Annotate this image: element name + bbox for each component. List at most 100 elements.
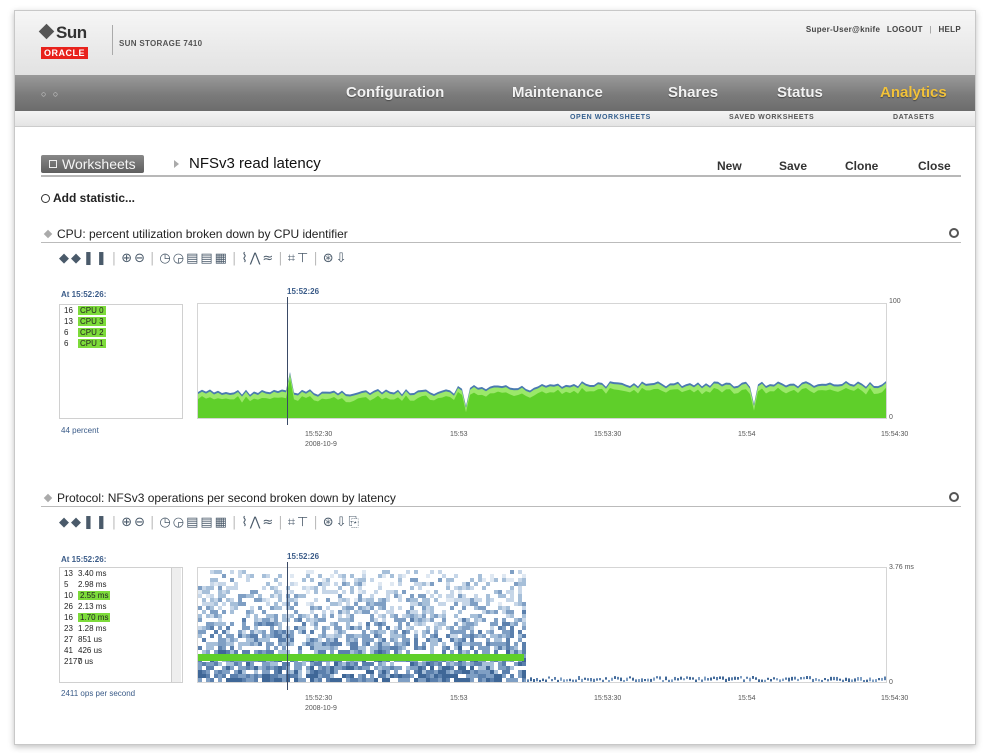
heatmap-cell (294, 610, 298, 614)
day-icon[interactable]: ▤ (200, 515, 214, 530)
heatmap-cell (242, 666, 246, 670)
pin-icon[interactable]: ⊤ (297, 251, 310, 266)
close-button[interactable]: Close (918, 159, 951, 173)
legend-row[interactable]: 26 2.13 ms (60, 601, 182, 612)
heatmap-cell (314, 618, 318, 622)
clock-icon[interactable]: ◷ (159, 251, 172, 266)
heatmap-cell (402, 618, 406, 622)
back-icon[interactable]: ◆ (59, 515, 71, 530)
drilldown-icon[interactable]: ⊛ (323, 251, 336, 266)
add-statistic-button[interactable]: Add statistic... (41, 191, 135, 205)
stat1-cursor-line[interactable] (287, 297, 288, 425)
back-icon[interactable]: ◆ (59, 251, 71, 266)
forward-icon[interactable]: ◆ (71, 251, 83, 266)
mountain-icon[interactable]: ⋀ (250, 251, 263, 266)
forward-icon[interactable]: ◆ (71, 515, 83, 530)
worksheet-title[interactable]: NFSv3 read latency (189, 155, 321, 172)
nav-shares[interactable]: Shares (668, 84, 718, 101)
heatmap-cell (322, 646, 326, 650)
clock2-icon[interactable]: ◶ (173, 251, 186, 266)
heatmap-cell (450, 650, 454, 654)
heatmap-cell (350, 618, 354, 622)
heatmap-cell (470, 602, 474, 606)
clone-button[interactable]: Clone (845, 159, 878, 173)
clock-icon[interactable]: ◷ (159, 515, 172, 530)
legend-row[interactable]: 10 2.55 ms (60, 590, 182, 601)
nav-maintenance[interactable]: Maintenance (512, 84, 603, 101)
legend-row[interactable]: 21770 us (60, 656, 182, 667)
hour-icon[interactable]: ▤ (186, 515, 200, 530)
tab-open-worksheets[interactable]: OPEN WORKSHEETS (570, 114, 651, 121)
drag-handle-icon[interactable] (43, 229, 53, 239)
stat2-cursor-line[interactable] (287, 562, 288, 690)
zoom-out-icon[interactable]: ⊖ (134, 515, 147, 530)
legend-row[interactable]: 13 3.40 ms (60, 568, 182, 579)
legend-row[interactable]: 6 CPU 1 (60, 338, 182, 349)
close-stat-icon[interactable] (949, 228, 959, 238)
heatmap-cell (206, 642, 210, 646)
week-icon[interactable]: ▦ (215, 515, 229, 530)
heatmap-cell (326, 638, 330, 642)
save-button[interactable]: Save (779, 159, 807, 173)
stat2-plot[interactable] (197, 567, 887, 683)
trend-icon[interactable]: ≈ (262, 251, 275, 266)
legend-count: 6 (64, 328, 69, 337)
heatmap-cell (434, 634, 438, 638)
close-stat-icon[interactable] (949, 492, 959, 502)
nav-analytics[interactable]: Analytics (880, 84, 947, 101)
crop-icon[interactable]: ⌗ (288, 251, 297, 266)
hour-icon[interactable]: ▤ (186, 251, 200, 266)
tab-datasets[interactable]: DATASETS (893, 114, 935, 121)
heatmap-cell (734, 676, 736, 680)
stat1-plot[interactable] (197, 303, 887, 419)
legend-row[interactable]: 27 851 us (60, 634, 182, 645)
heatmap-cell (402, 678, 406, 682)
week-icon[interactable]: ▦ (215, 251, 229, 266)
help-link[interactable]: HELP (938, 25, 961, 34)
logout-link[interactable]: LOGOUT (887, 25, 923, 34)
legend-row[interactable]: 13 CPU 3 (60, 316, 182, 327)
pin-icon[interactable]: ⊤ (297, 515, 310, 530)
legend-row[interactable]: 41 426 us (60, 645, 182, 656)
drilldown-icon[interactable]: ⊛ (323, 515, 336, 530)
heatmap-cell (458, 642, 462, 646)
heatmap-cell (446, 666, 450, 670)
heatmap-cell (466, 602, 470, 606)
pause-icon[interactable]: ❚❚ (83, 515, 109, 530)
drag-handle-icon[interactable] (43, 493, 53, 503)
zoom-in-icon[interactable]: ⊕ (121, 251, 134, 266)
export-icon[interactable]: ⎘ (349, 515, 361, 530)
zoom-in-icon[interactable]: ⊕ (121, 515, 134, 530)
heatmap-cell (350, 678, 354, 682)
heatmap-cell (398, 634, 402, 638)
legend-row[interactable]: 5 2.98 ms (60, 579, 182, 590)
crop-icon[interactable]: ⌗ (288, 515, 297, 530)
worksheets-button[interactable]: Worksheets (41, 155, 144, 173)
zoom-out-icon[interactable]: ⊖ (134, 251, 147, 266)
heatmap-cell (314, 606, 318, 610)
legend-row[interactable]: 6 CPU 2 (60, 327, 182, 338)
new-button[interactable]: New (717, 159, 742, 173)
heatmap-cell (258, 622, 262, 626)
heatmap-cell (794, 676, 796, 680)
nav-dots: ○ ○ (41, 89, 61, 99)
heatmap-cell (454, 646, 458, 650)
heatmap-cell (779, 679, 781, 682)
stat2-legend-scrollbar[interactable] (171, 568, 181, 682)
line-chart-icon[interactable]: ⌇ (241, 515, 249, 530)
legend-row[interactable]: 16 CPU 0 (60, 305, 182, 316)
clock2-icon[interactable]: ◶ (173, 515, 186, 530)
heatmap-cell (338, 618, 342, 622)
legend-row[interactable]: 16 1.70 ms (60, 612, 182, 623)
day-icon[interactable]: ▤ (200, 251, 214, 266)
tab-saved-worksheets[interactable]: SAVED WORKSHEETS (729, 114, 814, 121)
trend-icon[interactable]: ≈ (262, 515, 275, 530)
download-icon[interactable]: ⇩ (336, 515, 349, 530)
nav-configuration[interactable]: Configuration (346, 84, 444, 101)
nav-status[interactable]: Status (777, 84, 823, 101)
download-icon[interactable]: ⇩ (336, 251, 349, 266)
mountain-icon[interactable]: ⋀ (250, 515, 263, 530)
line-chart-icon[interactable]: ⌇ (241, 251, 249, 266)
pause-icon[interactable]: ❚❚ (83, 251, 109, 266)
legend-row[interactable]: 23 1.28 ms (60, 623, 182, 634)
